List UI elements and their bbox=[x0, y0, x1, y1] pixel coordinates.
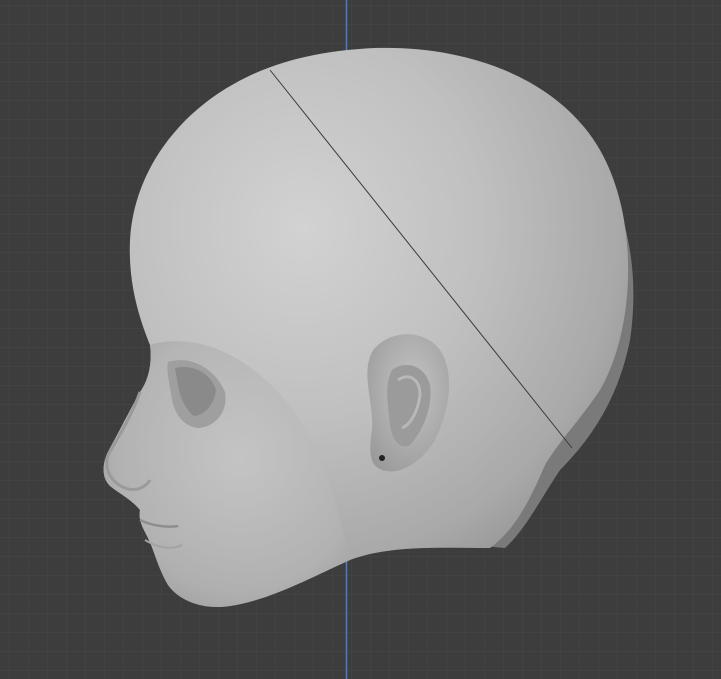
viewport-canvas[interactable] bbox=[0, 0, 721, 679]
ear-piercing-hole bbox=[379, 455, 385, 461]
3d-viewport[interactable] bbox=[0, 0, 721, 679]
